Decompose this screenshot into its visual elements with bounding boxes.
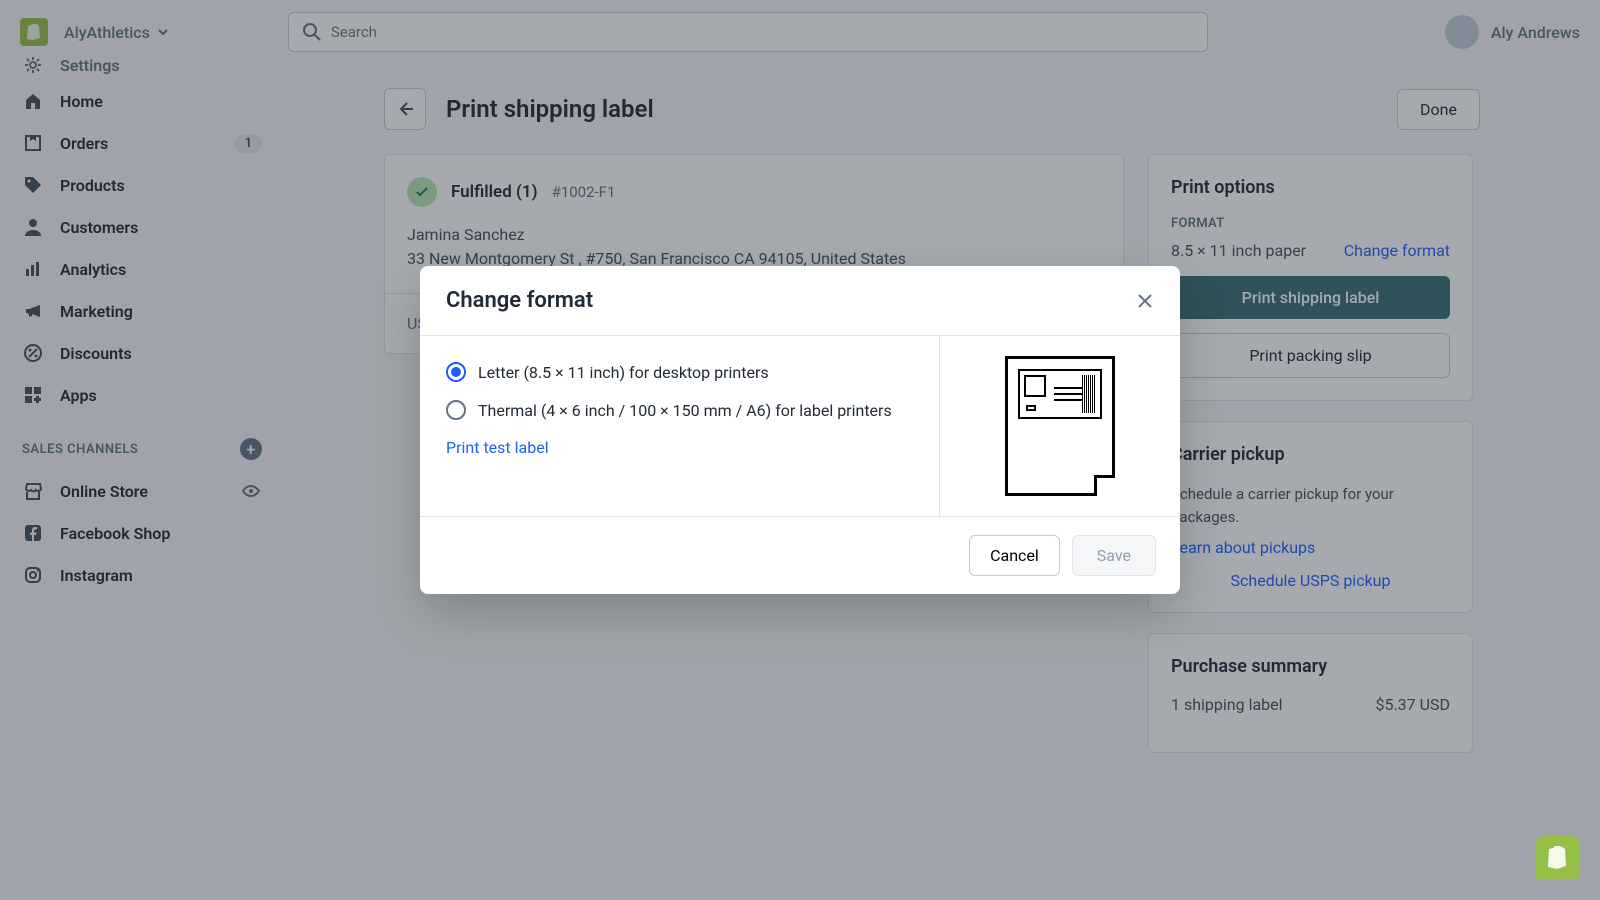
help-bubble[interactable] — [1536, 836, 1580, 880]
document-icon — [1005, 356, 1115, 496]
radio-option-letter[interactable]: Letter (8.5 × 11 inch) for desktop print… — [446, 362, 913, 382]
change-format-modal: Change format Letter (8.5 × 11 inch) for… — [420, 266, 1180, 594]
print-test-label-link[interactable]: Print test label — [446, 438, 549, 457]
shopify-icon — [1547, 845, 1569, 871]
cancel-button[interactable]: Cancel — [969, 535, 1060, 576]
modal-title: Change format — [446, 288, 593, 313]
format-preview — [940, 336, 1180, 516]
radio-icon — [446, 362, 466, 382]
save-button[interactable]: Save — [1072, 535, 1156, 576]
close-icon — [1136, 292, 1154, 310]
radio-icon — [446, 400, 466, 420]
radio-option-thermal[interactable]: Thermal (4 × 6 inch / 100 × 150 mm / A6)… — [446, 400, 913, 420]
modal-overlay: Change format Letter (8.5 × 11 inch) for… — [0, 0, 1600, 900]
close-button[interactable] — [1136, 292, 1154, 310]
